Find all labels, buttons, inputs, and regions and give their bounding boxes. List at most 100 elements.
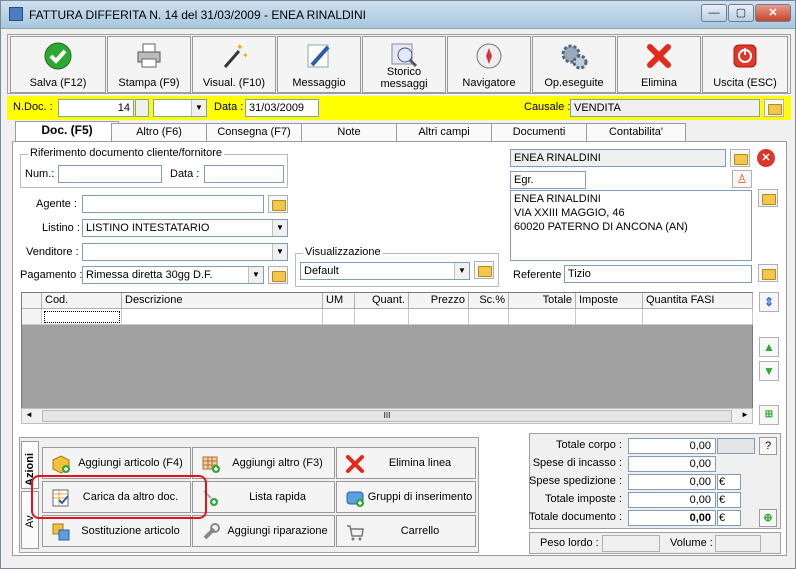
exit-icon: [733, 44, 757, 68]
navigator-button[interactable]: Navigatore: [447, 36, 531, 93]
move-up-icon[interactable]: ▲: [759, 337, 779, 357]
lines-grid[interactable]: Cod. Descrizione UM Quant. Prezzo Sc.% T…: [21, 292, 753, 424]
executed-ops-button[interactable]: Op.eseguite: [532, 36, 616, 93]
col-descrizione[interactable]: Descrizione: [122, 293, 323, 309]
window-title: FATTURA DIFFERITA N. 14 del 31/03/2009 -…: [29, 8, 367, 22]
calculator-icon[interactable]: ⊕: [759, 509, 777, 527]
tab-doc[interactable]: Doc. (F5): [15, 121, 119, 142]
agente-folder-icon[interactable]: [268, 195, 288, 213]
date-input[interactable]: 31/03/2009: [245, 99, 319, 117]
customer-name-input[interactable]: ENEA RINALDINI: [510, 149, 726, 167]
help-button[interactable]: ?: [759, 437, 777, 455]
visualizzazione-select[interactable]: Default ▼: [300, 262, 470, 280]
minimize-button[interactable]: —: [701, 4, 727, 22]
chevron-down-icon: ▼: [191, 100, 206, 116]
cell-descrizione[interactable]: [122, 309, 323, 325]
sort-arrows-icon[interactable]: ⇕: [759, 292, 779, 312]
scroll-thumb[interactable]: III: [42, 410, 732, 422]
quick-list-button[interactable]: Lista rapida: [192, 481, 335, 513]
row-header: [22, 309, 42, 325]
customer-clear-icon[interactable]: ✕: [757, 149, 775, 167]
grid-tools-icon[interactable]: ⊞: [759, 405, 779, 425]
num-input[interactable]: [58, 165, 162, 183]
col-um[interactable]: UM: [323, 293, 355, 309]
agente-input[interactable]: [82, 195, 264, 213]
grid-corner: [22, 293, 42, 309]
col-prezzo[interactable]: Prezzo: [409, 293, 469, 309]
ndoc-suffix-button[interactable]: [135, 99, 149, 117]
tab-note[interactable]: Note: [301, 123, 397, 141]
tab-documenti[interactable]: Documenti: [491, 123, 587, 141]
customer-address[interactable]: ENEA RINALDINI VIA XXIII MAGGIO, 46 6002…: [510, 190, 752, 261]
add-repair-button[interactable]: Aggiungi riparazione: [192, 515, 335, 547]
scroll-right-icon[interactable]: ►: [741, 410, 749, 419]
ndoc-series-select[interactable]: ▼: [153, 99, 207, 117]
col-cod[interactable]: Cod.: [42, 293, 122, 309]
cell-prezzo[interactable]: [409, 309, 469, 325]
causale-folder-icon[interactable]: [764, 99, 784, 117]
message-history-button[interactable]: Storico messaggi: [362, 36, 446, 93]
volume-label: Volume :: [670, 537, 713, 549]
navigator-label: Navigatore: [462, 77, 516, 89]
col-imposte[interactable]: Imposte: [576, 293, 643, 309]
col-quant[interactable]: Quant.: [355, 293, 409, 309]
listino-select[interactable]: LISTINO INTESTATARIO ▼: [82, 219, 288, 237]
referente-folder-icon[interactable]: [758, 264, 778, 282]
cell-um[interactable]: [323, 309, 355, 325]
pagamento-select[interactable]: Rimessa diretta 30gg D.F. ▼: [82, 266, 264, 284]
causale-input[interactable]: VENDITA: [570, 99, 760, 117]
delete-button[interactable]: Elimina: [617, 36, 701, 93]
venditore-select[interactable]: ▼: [82, 243, 288, 261]
print-button[interactable]: Stampa (F9): [107, 36, 191, 93]
spese-spedizione-value[interactable]: 0,00: [628, 474, 716, 490]
cell-sconto[interactable]: [469, 309, 509, 325]
pagamento-folder-icon[interactable]: [268, 266, 288, 284]
insert-groups-button[interactable]: Gruppi di inserimento: [336, 481, 476, 513]
referente-input[interactable]: Tizio: [564, 265, 752, 283]
preview-button[interactable]: ✦ ✦ Visual. (F10): [192, 36, 276, 93]
maximize-button[interactable]: ▢: [728, 4, 754, 22]
spese-incasso-value[interactable]: 0,00: [628, 456, 716, 472]
cell-cod[interactable]: [42, 309, 122, 325]
exit-button[interactable]: Uscita (ESC): [702, 36, 788, 93]
col-sconto[interactable]: Sc.%: [469, 293, 509, 309]
replace-article-button[interactable]: Sostituzione articolo: [42, 515, 191, 547]
col-totale[interactable]: Totale: [509, 293, 576, 309]
delete-line-label: Elimina linea: [388, 457, 452, 469]
ndoc-input[interactable]: 14: [58, 99, 134, 117]
wrench-icon: [203, 523, 220, 540]
tab-consegna[interactable]: Consegna (F7): [206, 123, 302, 141]
scroll-left-icon[interactable]: ◄: [25, 410, 33, 419]
customer-folder-icon[interactable]: [730, 149, 750, 167]
cell-totale[interactable]: [509, 309, 576, 325]
horizontal-scrollbar[interactable]: ◄ III ►: [21, 408, 753, 424]
cell-imposte[interactable]: [576, 309, 643, 325]
cart-button[interactable]: Carrello: [336, 515, 476, 547]
message-button[interactable]: Messaggio: [277, 36, 361, 93]
visualizzazione-folder-icon[interactable]: [474, 261, 494, 279]
save-button[interactable]: Salva (F12): [10, 36, 106, 93]
person-icon[interactable]: ♙: [732, 170, 752, 188]
col-quantita-fasi[interactable]: Quantita FASI: [643, 293, 753, 309]
delete-line-button[interactable]: Elimina linea: [336, 447, 476, 479]
cell-quant[interactable]: [355, 309, 409, 325]
close-button[interactable]: ✕: [755, 4, 791, 22]
cart-icon: [347, 525, 364, 541]
tab-altro[interactable]: Altro (F6): [111, 123, 207, 141]
cell-quantita-fasi[interactable]: [643, 309, 753, 325]
add-article-label: Aggiungi articolo (F4): [78, 457, 183, 469]
pen-icon: [307, 44, 330, 68]
address-folder-icon[interactable]: [758, 189, 778, 207]
preview-label: Visual. (F10): [202, 77, 266, 89]
tab-contabilita[interactable]: Contabilita': [586, 123, 686, 141]
save-label: Salva (F12): [29, 77, 87, 89]
rif-date-input[interactable]: [204, 165, 284, 183]
add-other-button[interactable]: Aggiungi altro (F3): [192, 447, 335, 479]
tab-altri-campi[interactable]: Altri campi: [396, 123, 492, 141]
rif-date-label: Data :: [170, 168, 200, 180]
totale-imposte-value: 0,00: [628, 492, 716, 508]
salutation-input[interactable]: Egr.: [510, 171, 586, 189]
date-label: Data :: [214, 101, 244, 113]
move-down-icon[interactable]: ▼: [759, 361, 779, 381]
totale-corpo-label: Totale corpo :: [555, 439, 622, 451]
